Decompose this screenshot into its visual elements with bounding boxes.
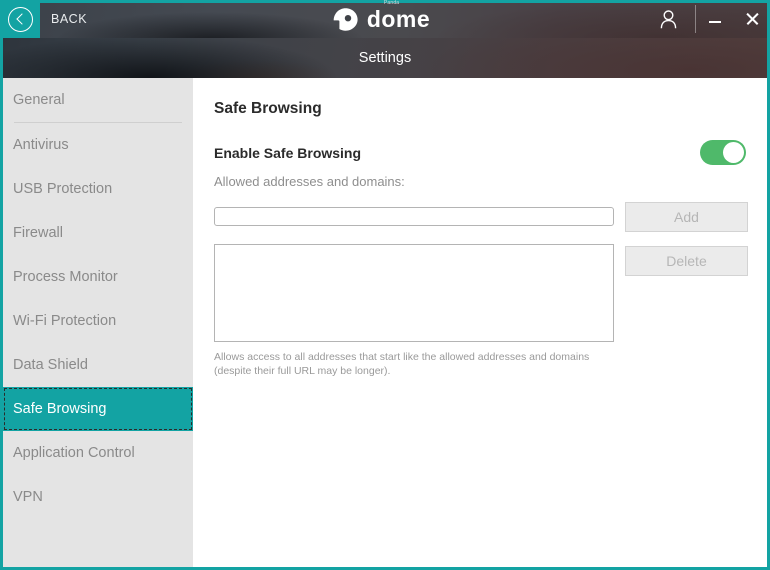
chevron-left-glyph [15, 13, 28, 25]
allowed-addresses-label: Allowed addresses and domains: [214, 174, 405, 189]
sidebar-item-wifi-protection[interactable]: Wi-Fi Protection [3, 299, 193, 343]
page-title: Safe Browsing [214, 100, 322, 117]
allowed-addresses-help-text: Allows access to all addresses that star… [214, 351, 590, 378]
toggle-knob [723, 142, 744, 163]
sidebar-item-label: Firewall [13, 225, 63, 241]
back-button-label[interactable]: BACK [51, 0, 87, 38]
allowed-address-input[interactable] [214, 207, 614, 226]
sidebar-item-vpn[interactable]: VPN [3, 475, 193, 519]
sidebar-item-label: VPN [13, 489, 43, 505]
sidebar-item-label: Wi-Fi Protection [13, 313, 117, 329]
sidebar-item-label: Data Shield [13, 357, 88, 373]
sidebar-item-label: Application Control [13, 445, 135, 461]
sidebar-item-firewall[interactable]: Firewall [3, 211, 193, 255]
sidebar-item-label: Process Monitor [13, 269, 118, 285]
allowed-addresses-list[interactable] [214, 244, 614, 342]
minimize-button[interactable] [696, 0, 733, 38]
application-window: BACK Panda dome Settings General Antivir… [0, 0, 770, 570]
enable-safe-browsing-row: Enable Safe Browsing [214, 140, 746, 165]
delete-button[interactable]: Delete [625, 246, 748, 276]
enable-safe-browsing-label: Enable Safe Browsing [214, 144, 362, 161]
close-icon [745, 12, 759, 26]
minimize-icon [708, 21, 721, 23]
sidebar-item-general[interactable]: General [3, 78, 193, 122]
page-header-title: Settings [358, 50, 412, 66]
window-controls [641, 0, 770, 38]
settings-content-panel: Safe Browsing Enable Safe Browsing Allow… [193, 78, 767, 567]
sidebar-item-antivirus[interactable]: Antivirus [3, 123, 193, 167]
sidebar-item-data-shield[interactable]: Data Shield [3, 343, 193, 387]
sidebar-item-process-monitor[interactable]: Process Monitor [3, 255, 193, 299]
sidebar-item-label: Safe Browsing [13, 401, 107, 417]
sidebar-item-usb-protection[interactable]: USB Protection [3, 167, 193, 211]
settings-sidebar: General Antivirus USB Protection Firewal… [3, 78, 193, 567]
sidebar-item-label: USB Protection [13, 181, 113, 197]
sidebar-item-safe-browsing[interactable]: Safe Browsing [3, 387, 193, 431]
sidebar-item-label: General [13, 92, 65, 108]
sidebar-item-application-control[interactable]: Application Control [3, 431, 193, 475]
back-button[interactable] [0, 0, 40, 38]
chevron-left-circle-icon [7, 6, 33, 32]
add-button[interactable]: Add [625, 202, 748, 232]
window-border-left [0, 0, 3, 570]
close-button[interactable] [733, 0, 770, 38]
user-account-icon [660, 9, 676, 28]
sidebar-item-label: Antivirus [13, 137, 69, 153]
enable-safe-browsing-toggle[interactable] [700, 140, 746, 165]
user-account-button[interactable] [641, 0, 695, 38]
